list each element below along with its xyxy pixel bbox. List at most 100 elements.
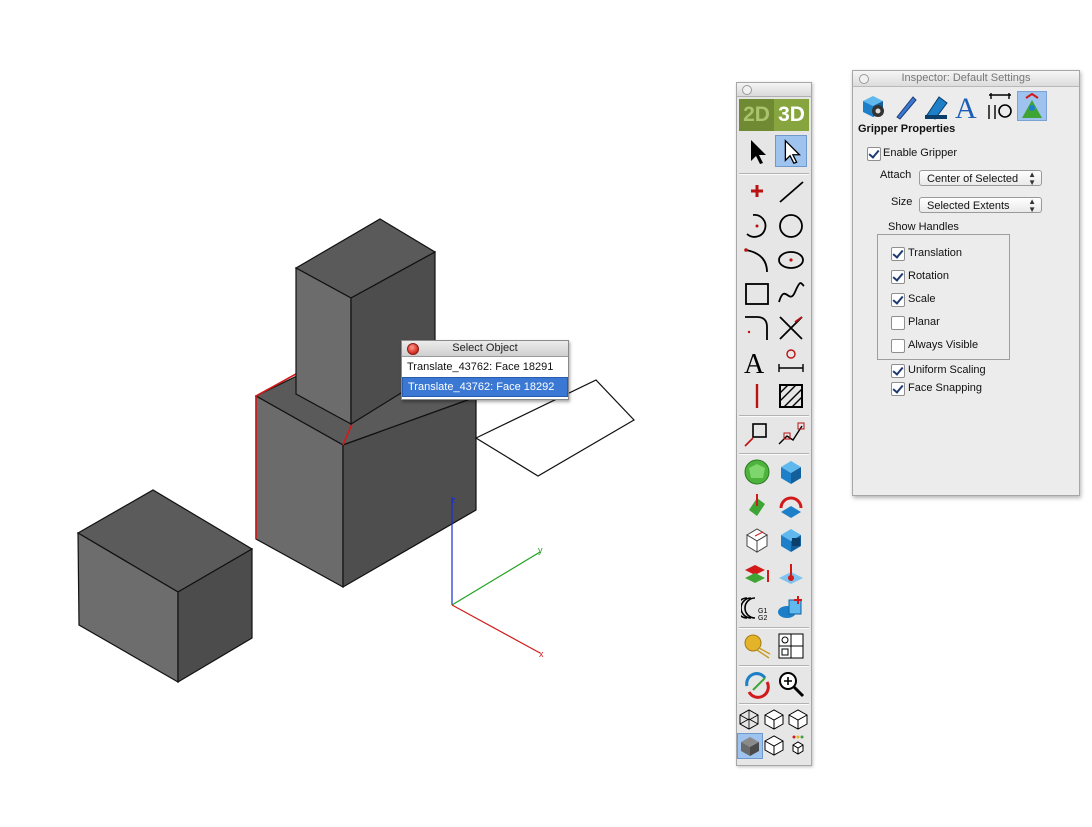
revolve-icon[interactable] (775, 490, 807, 522)
show-handles-label: Show Handles (885, 221, 962, 233)
fillet-icon[interactable] (741, 312, 773, 344)
extrude-icon[interactable] (741, 490, 773, 522)
palette-separator (739, 415, 809, 417)
inspector-panel[interactable]: Inspector: Default Settings A Gripper Pr… (852, 70, 1080, 496)
stepper-arrows-icon: ▲ ▼ (1028, 170, 1036, 187)
face-snapping-label: Face Snapping (908, 382, 982, 394)
gripper-properties-heading: Gripper Properties (858, 123, 956, 135)
line-icon[interactable] (775, 176, 807, 208)
select-object-item-selected[interactable]: Translate_43762: Face 18292 (402, 377, 568, 397)
sphere-icon[interactable] (741, 456, 773, 488)
orbit-icon[interactable] (741, 668, 773, 700)
select-arrow-hollow-icon[interactable] (775, 135, 807, 167)
inspector-close-icon[interactable] (859, 74, 869, 84)
rotation-label: Rotation (908, 270, 949, 282)
svg-text:A: A (744, 349, 765, 378)
attach-select-value: Center of Selected (927, 173, 1019, 185)
text-style-icon[interactable]: A (953, 91, 983, 121)
spline-icon[interactable] (775, 278, 807, 310)
size-select-value: Selected Extents (927, 200, 1010, 212)
circle-icon[interactable] (775, 210, 807, 242)
palette-separator (739, 173, 809, 175)
svg-text:G1: G1 (758, 608, 767, 615)
small-cubes-icon[interactable] (786, 733, 810, 757)
dimension-tabs: 2D 3D (739, 99, 809, 131)
select-arrow-icon[interactable] (741, 135, 773, 167)
snap-to-icon[interactable] (775, 418, 807, 450)
pull-icon[interactable] (775, 558, 807, 590)
translation-label: Translation (908, 247, 963, 259)
palette-separator (739, 703, 809, 705)
size-select[interactable]: Selected Extents ▲ ▼ (919, 197, 1042, 214)
hatch-icon[interactable] (775, 380, 807, 412)
palette-close-icon[interactable] (742, 85, 752, 95)
arc-3pt-icon[interactable] (741, 244, 773, 276)
select-object-popup[interactable]: Select Object Translate_43762: Face 1829… (401, 340, 569, 400)
y-axis-label: y (538, 545, 543, 555)
point-icon[interactable] (741, 176, 773, 208)
wireframe-icon[interactable] (737, 707, 761, 731)
scale-label: Scale (908, 293, 936, 305)
enable-gripper-label: Enable Gripper (883, 147, 957, 159)
select-object-item[interactable]: Translate_43762: Face 18291 (402, 358, 568, 376)
object-settings-icon[interactable] (859, 91, 889, 121)
dimension-style-icon[interactable] (985, 91, 1015, 121)
shaded-solid-icon[interactable] (737, 733, 763, 759)
ellipse-icon[interactable] (775, 244, 807, 276)
shell-icon[interactable] (741, 524, 773, 556)
box-3d-icon[interactable] (775, 456, 807, 488)
attach-select[interactable]: Center of Selected ▲ ▼ (919, 170, 1042, 187)
face-snapping-checkbox[interactable] (891, 382, 905, 396)
tool-palette[interactable]: 2D 3D A G1 G2 (736, 82, 812, 766)
axes-gizmo: z y x (451, 495, 544, 659)
pen-icon[interactable] (891, 91, 921, 121)
render-icon[interactable] (741, 630, 773, 662)
planar-label: Planar (908, 316, 940, 328)
x-axis-label: x (539, 649, 544, 659)
zoom-icon[interactable] (775, 668, 807, 700)
close-icon[interactable] (407, 343, 419, 355)
svg-text:A: A (955, 92, 977, 121)
scene-canvas[interactable]: z y x (0, 0, 730, 827)
planar-checkbox[interactable] (891, 316, 905, 330)
inspector-titlebar: Inspector: Default Settings (853, 71, 1079, 87)
always-visible-checkbox[interactable] (891, 339, 905, 353)
uniform-scaling-label: Uniform Scaling (908, 364, 986, 376)
attach-label: Attach (880, 169, 912, 181)
gripper-icon[interactable] (1017, 91, 1047, 121)
tab-3d[interactable]: 3D (774, 99, 809, 131)
small-box[interactable] (76, 489, 254, 684)
inspector-title: Inspector: Default Settings (901, 72, 1031, 84)
rectangle-icon[interactable] (741, 278, 773, 310)
tab-2d[interactable]: 2D (739, 99, 774, 131)
boolean-icon[interactable] (775, 524, 807, 556)
dimension-icon[interactable] (775, 346, 807, 378)
palette-separator (739, 453, 809, 455)
hidden-line-icon[interactable] (762, 707, 786, 731)
translation-checkbox[interactable] (891, 247, 905, 261)
size-label: Size (891, 196, 913, 208)
svg-text:G2: G2 (758, 615, 767, 622)
outline-icon[interactable] (762, 733, 786, 757)
centerline-icon[interactable] (741, 380, 773, 412)
inspector-icon-bar: A (859, 91, 1059, 121)
palette-titlebar (737, 83, 811, 97)
paint-icon[interactable] (921, 91, 951, 121)
stepper-arrows-icon: ▲ ▼ (1028, 197, 1036, 214)
scale-checkbox[interactable] (891, 293, 905, 307)
select-object-titlebar: Select Object (402, 341, 568, 357)
text-tool-icon[interactable]: A (741, 346, 773, 378)
z-axis-label: z (451, 495, 456, 505)
uniform-scaling-checkbox[interactable] (891, 364, 905, 378)
3d-viewport[interactable]: z y x Select Object Translate_43762: Fac… (0, 0, 730, 827)
loft-icon[interactable]: G1 G2 (741, 592, 773, 624)
views-icon[interactable] (775, 630, 807, 662)
enable-gripper-checkbox[interactable] (867, 147, 881, 161)
trim-icon[interactable] (775, 312, 807, 344)
layer-move-icon[interactable] (741, 558, 773, 590)
boolean-union-icon[interactable] (775, 592, 807, 624)
arc-icon[interactable] (741, 210, 773, 242)
shaded-outline-icon[interactable] (786, 707, 810, 731)
rotation-checkbox[interactable] (891, 270, 905, 284)
transform-icon[interactable] (741, 418, 773, 450)
